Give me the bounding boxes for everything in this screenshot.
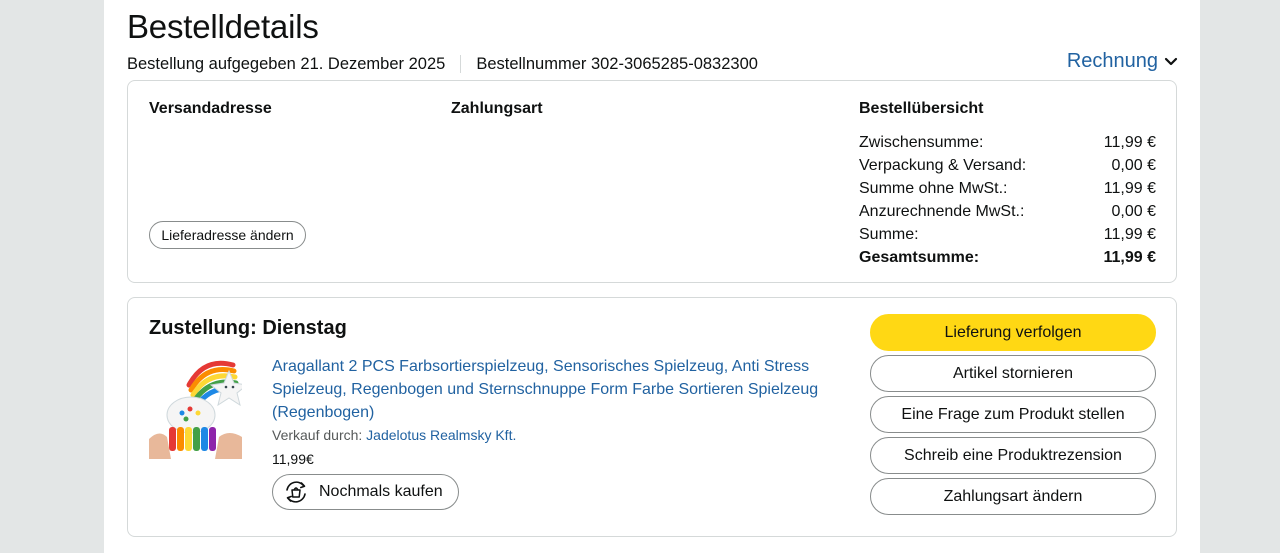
buy-again-icon [286, 481, 306, 503]
summary-value: 0,00 € [1111, 157, 1156, 174]
track-package-button[interactable]: Lieferung verfolgen [870, 314, 1156, 351]
summary-label: Anzurechnende MwSt.: [859, 203, 1025, 220]
invoice-label: Rechnung [1066, 50, 1158, 72]
payment-method-heading: Zahlungsart [451, 100, 543, 117]
summary-row-subtotal: Zwischensumme: 11,99 € [859, 131, 1156, 154]
cancel-item-button[interactable]: Artikel stornieren [870, 355, 1156, 392]
seller-info: Verkauf durch: Jadelotus Realmsky Kft. [272, 427, 516, 443]
shipment-actions: Lieferung verfolgen Artikel stornieren E… [870, 314, 1156, 519]
order-details-page: Bestelldetails Bestellung aufgegeben 21.… [104, 0, 1200, 553]
summary-value: 0,00 € [1111, 203, 1156, 220]
product-image[interactable] [149, 355, 242, 459]
buy-again-button[interactable]: Nochmals kaufen [272, 474, 459, 510]
invoice-dropdown[interactable]: Rechnung [1067, 50, 1178, 73]
seller-link[interactable]: Jadelotus Realmsky Kft. [366, 427, 516, 443]
summary-row-sum: Summe: 11,99 € [859, 223, 1156, 246]
summary-value: 11,99 € [1103, 134, 1156, 151]
shipment-box: Zustellung: Dienstag Aragallant 2 PCS Fa… [127, 297, 1177, 537]
summary-label: Summe: [859, 226, 919, 243]
summary-row-net: Summe ohne MwSt.: 11,99 € [859, 177, 1156, 200]
order-placed-date: Bestellung aufgegeben 21. Dezember 2025 [127, 54, 446, 73]
product-title-link[interactable]: Aragallant 2 PCS Farbsortierspielzeug, S… [272, 355, 832, 424]
page-title: Bestelldetails [127, 8, 319, 45]
summary-value: 11,99 € [1103, 249, 1157, 266]
summary-row-shipping: Verpackung & Versand: 0,00 € [859, 154, 1156, 177]
summary-value: 11,99 € [1103, 226, 1156, 243]
seller-prefix: Verkauf durch: [272, 427, 367, 443]
chevron-down-icon [1164, 57, 1178, 65]
summary-label: Summe ohne MwSt.: [859, 180, 1008, 197]
change-address-button[interactable]: Lieferadresse ändern [149, 221, 306, 249]
change-payment-button[interactable]: Zahlungsart ändern [870, 478, 1156, 515]
order-info-box: Versandadresse Zahlungsart Lieferadresse… [127, 80, 1177, 283]
buy-again-label: Nochmals kaufen [319, 483, 443, 500]
shipping-address-heading: Versandadresse [149, 100, 272, 117]
write-review-button[interactable]: Schreib eine Produktrezension [870, 437, 1156, 474]
order-summary: Zwischensumme: 11,99 € Verpackung & Vers… [859, 131, 1156, 269]
meta-divider [460, 55, 462, 73]
summary-label: Zwischensumme: [859, 134, 984, 151]
ask-product-question-button[interactable]: Eine Frage zum Produkt stellen [870, 396, 1156, 433]
order-number: Bestellnummer 302-3065285-0832300 [476, 54, 758, 73]
order-summary-heading: Bestellübersicht [859, 100, 984, 117]
summary-row-total: Gesamtsumme: 11,99 € [859, 246, 1156, 269]
order-meta: Bestellung aufgegeben 21. Dezember 2025 … [127, 54, 758, 74]
summary-label: Verpackung & Versand: [859, 157, 1027, 174]
product-price: 11,99€ [272, 451, 314, 467]
summary-label: Gesamtsumme: [859, 249, 980, 266]
delivery-heading: Zustellung: Dienstag [149, 317, 347, 339]
summary-row-vat: Anzurechnende MwSt.: 0,00 € [859, 200, 1156, 223]
summary-value: 11,99 € [1103, 180, 1156, 197]
